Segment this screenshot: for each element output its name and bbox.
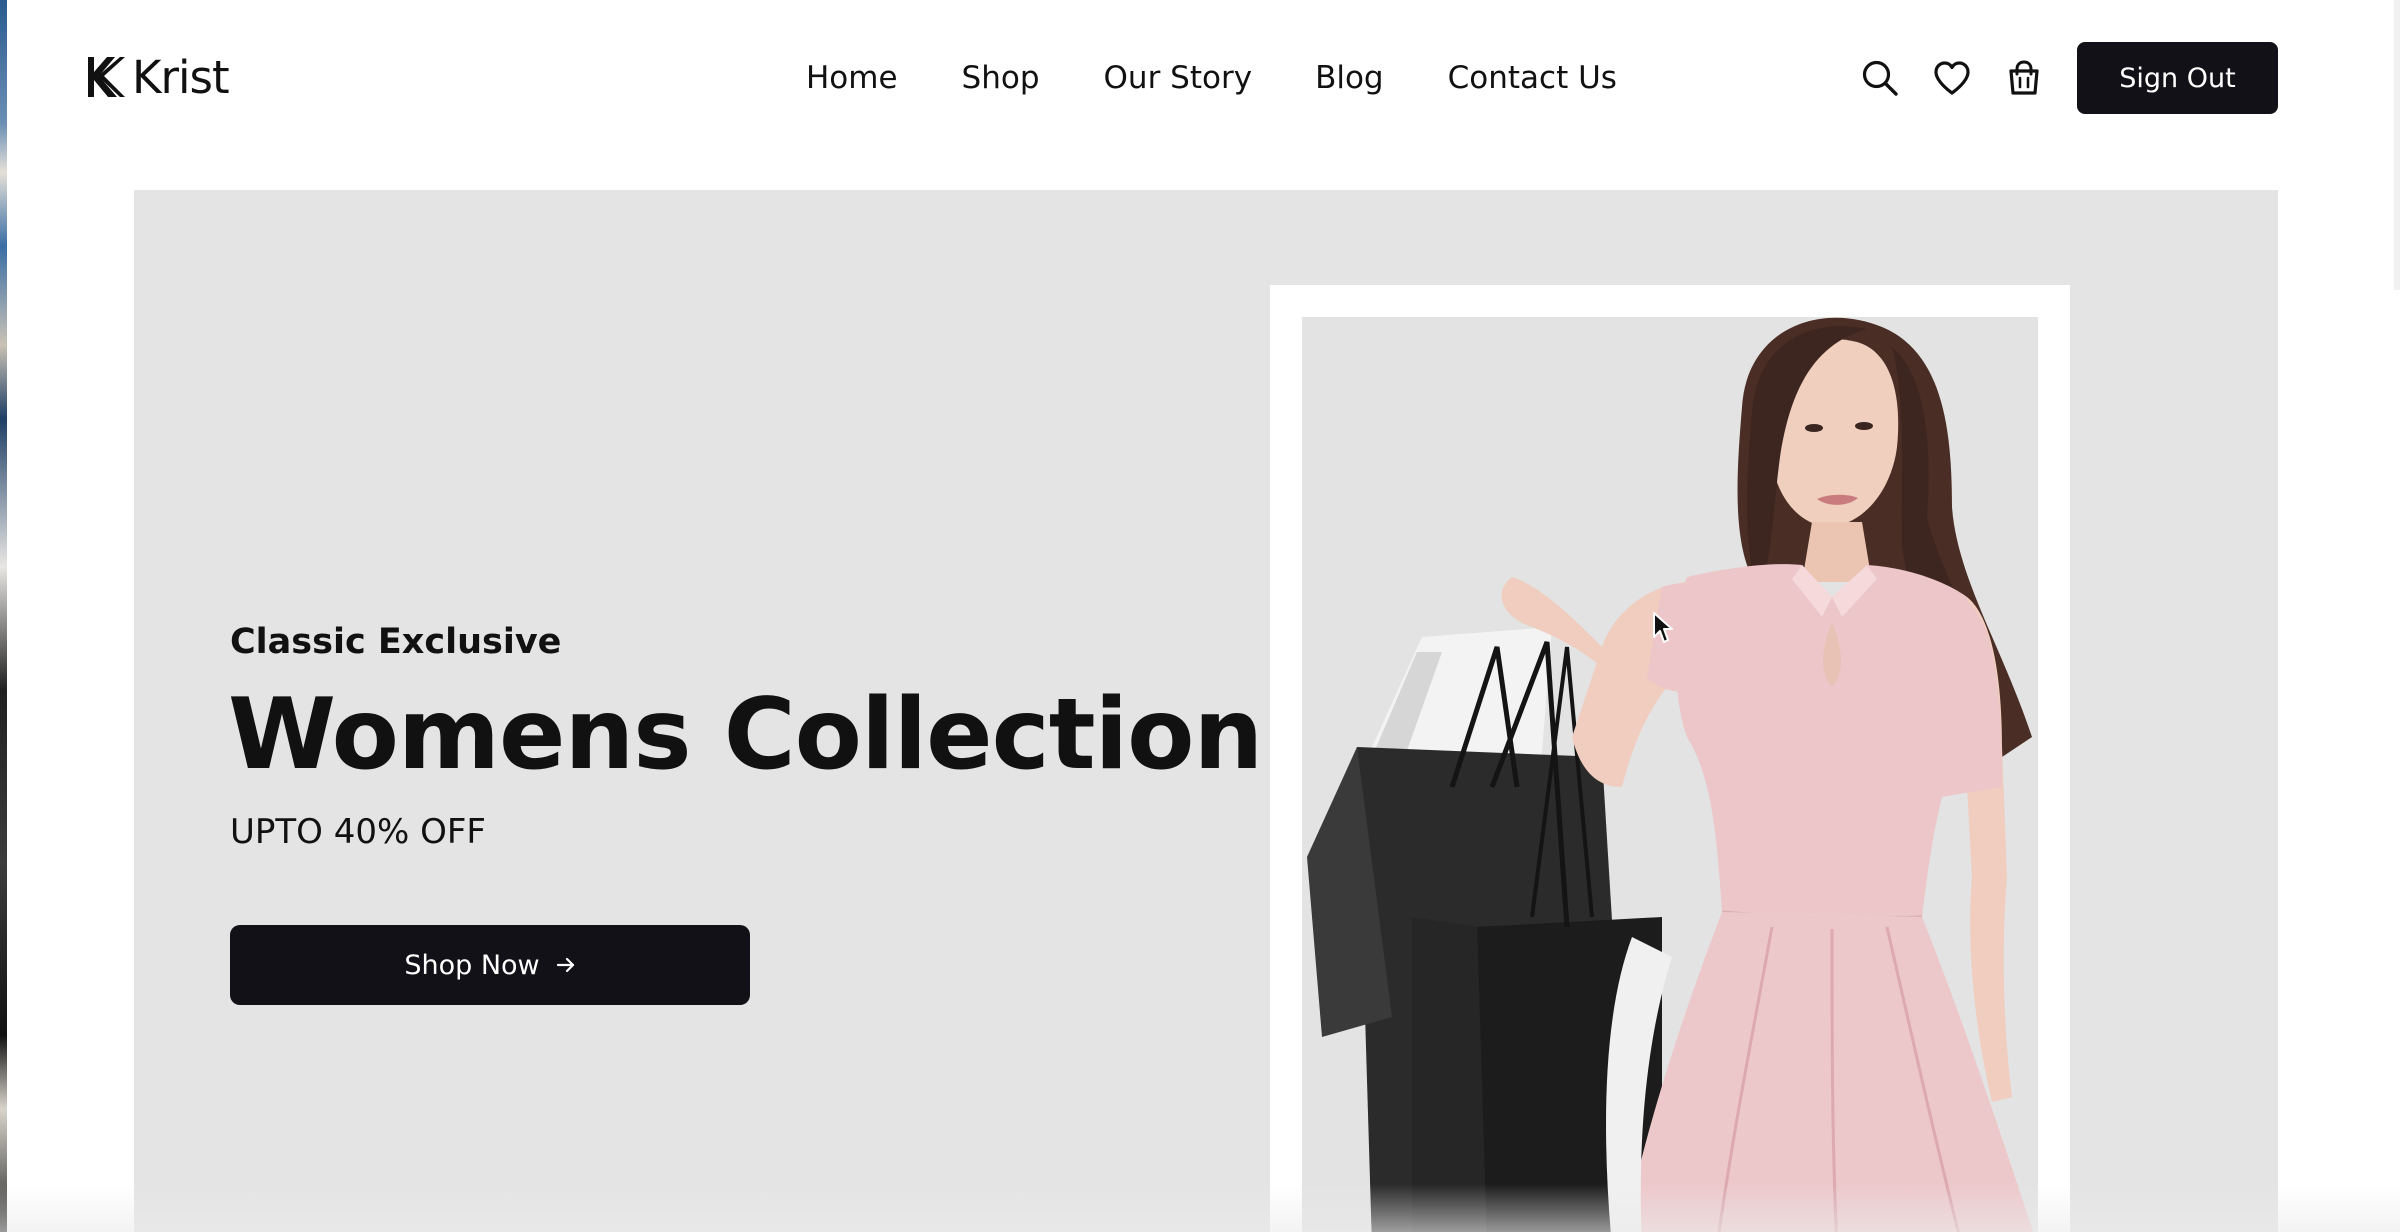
arrow-right-icon <box>556 956 576 974</box>
hero-offer-text: UPTO 40% OFF <box>230 812 486 852</box>
site-header: Krist Home Shop Our Story Blog Contact U… <box>0 0 2400 156</box>
nav-item-shop[interactable]: Shop <box>962 60 1040 96</box>
shopping-bag-icon[interactable] <box>2002 56 2046 100</box>
desktop-background-strip <box>0 0 7 1232</box>
nav-item-our-story[interactable]: Our Story <box>1104 60 1253 96</box>
shop-now-button[interactable]: Shop Now <box>230 925 750 1005</box>
brand-name: Krist <box>132 50 230 104</box>
hero-banner: Classic Exclusive Womens Collection UPTO… <box>134 190 2278 1232</box>
heart-icon[interactable] <box>1930 56 1974 100</box>
nav-item-home[interactable]: Home <box>806 60 898 96</box>
search-icon[interactable] <box>1858 56 1902 100</box>
mouse-cursor-icon <box>1653 612 1673 643</box>
nav-item-contact-us[interactable]: Contact Us <box>1448 60 1617 96</box>
woman-with-shopping-bags-photo <box>1302 317 2038 1232</box>
k-logo-icon <box>84 55 128 99</box>
hero-subtitle: Classic Exclusive <box>230 622 562 662</box>
product-image-frame <box>1270 285 2070 1232</box>
shop-now-label: Shop Now <box>404 949 540 981</box>
hero-title: Womens Collection <box>228 678 1263 792</box>
sign-out-button[interactable]: Sign Out <box>2077 42 2278 114</box>
nav-item-blog[interactable]: Blog <box>1315 60 1384 96</box>
main-navigation: Home Shop Our Story Blog Contact Us <box>806 55 1617 101</box>
brand-logo[interactable]: Krist <box>84 50 230 104</box>
